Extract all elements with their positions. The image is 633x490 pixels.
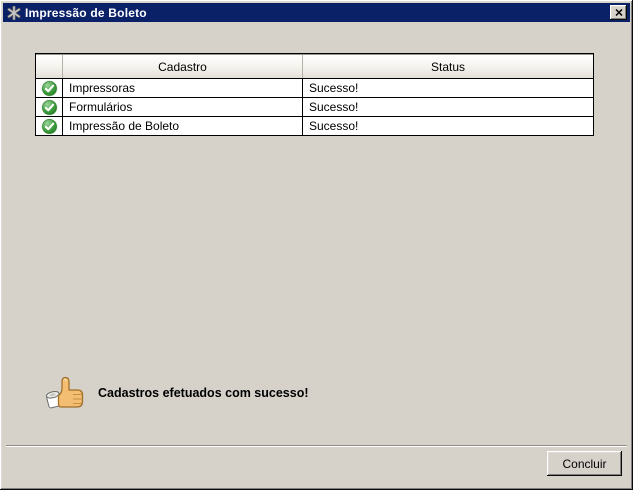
success-check-icon [40,98,58,116]
row-status-cell [36,98,63,116]
success-message-area: Cadastros efetuados com sucesso! [44,374,309,412]
header-cell-status: Status [303,54,593,78]
app-icon [6,5,21,20]
header-cell-cadastro: Cadastro [63,54,303,78]
concluir-button[interactable]: Concluir [547,451,622,476]
table-row[interactable]: Impressão de Boleto Sucesso! [36,116,593,135]
row-status-cell [36,117,63,135]
dialog-window: Impressão de Boleto Cadastro Status Impr… [0,0,633,490]
status-cell: Sucesso! [303,79,593,97]
success-message: Cadastros efetuados com sucesso! [98,386,309,400]
row-status-cell [36,79,63,97]
window-title: Impressão de Boleto [25,5,147,20]
cadastro-cell: Formulários [63,98,303,116]
table-header-row: Cadastro Status [36,54,593,78]
close-icon [614,9,623,16]
results-table: Cadastro Status Impressoras Sucesso! For… [35,53,594,136]
thumbs-up-icon [45,376,84,408]
header-cell-icon [36,54,63,78]
table-row[interactable]: Formulários Sucesso! [36,97,593,116]
success-check-icon [40,79,58,97]
cadastro-cell: Impressão de Boleto [63,117,303,135]
status-cell: Sucesso! [303,98,593,116]
footer-divider [6,445,627,447]
cadastro-cell: Impressoras [63,79,303,97]
success-check-icon [40,117,58,135]
status-cell: Sucesso! [303,117,593,135]
titlebar: Impressão de Boleto [3,3,630,22]
table-row[interactable]: Impressoras Sucesso! [36,78,593,97]
close-button[interactable] [610,5,627,20]
